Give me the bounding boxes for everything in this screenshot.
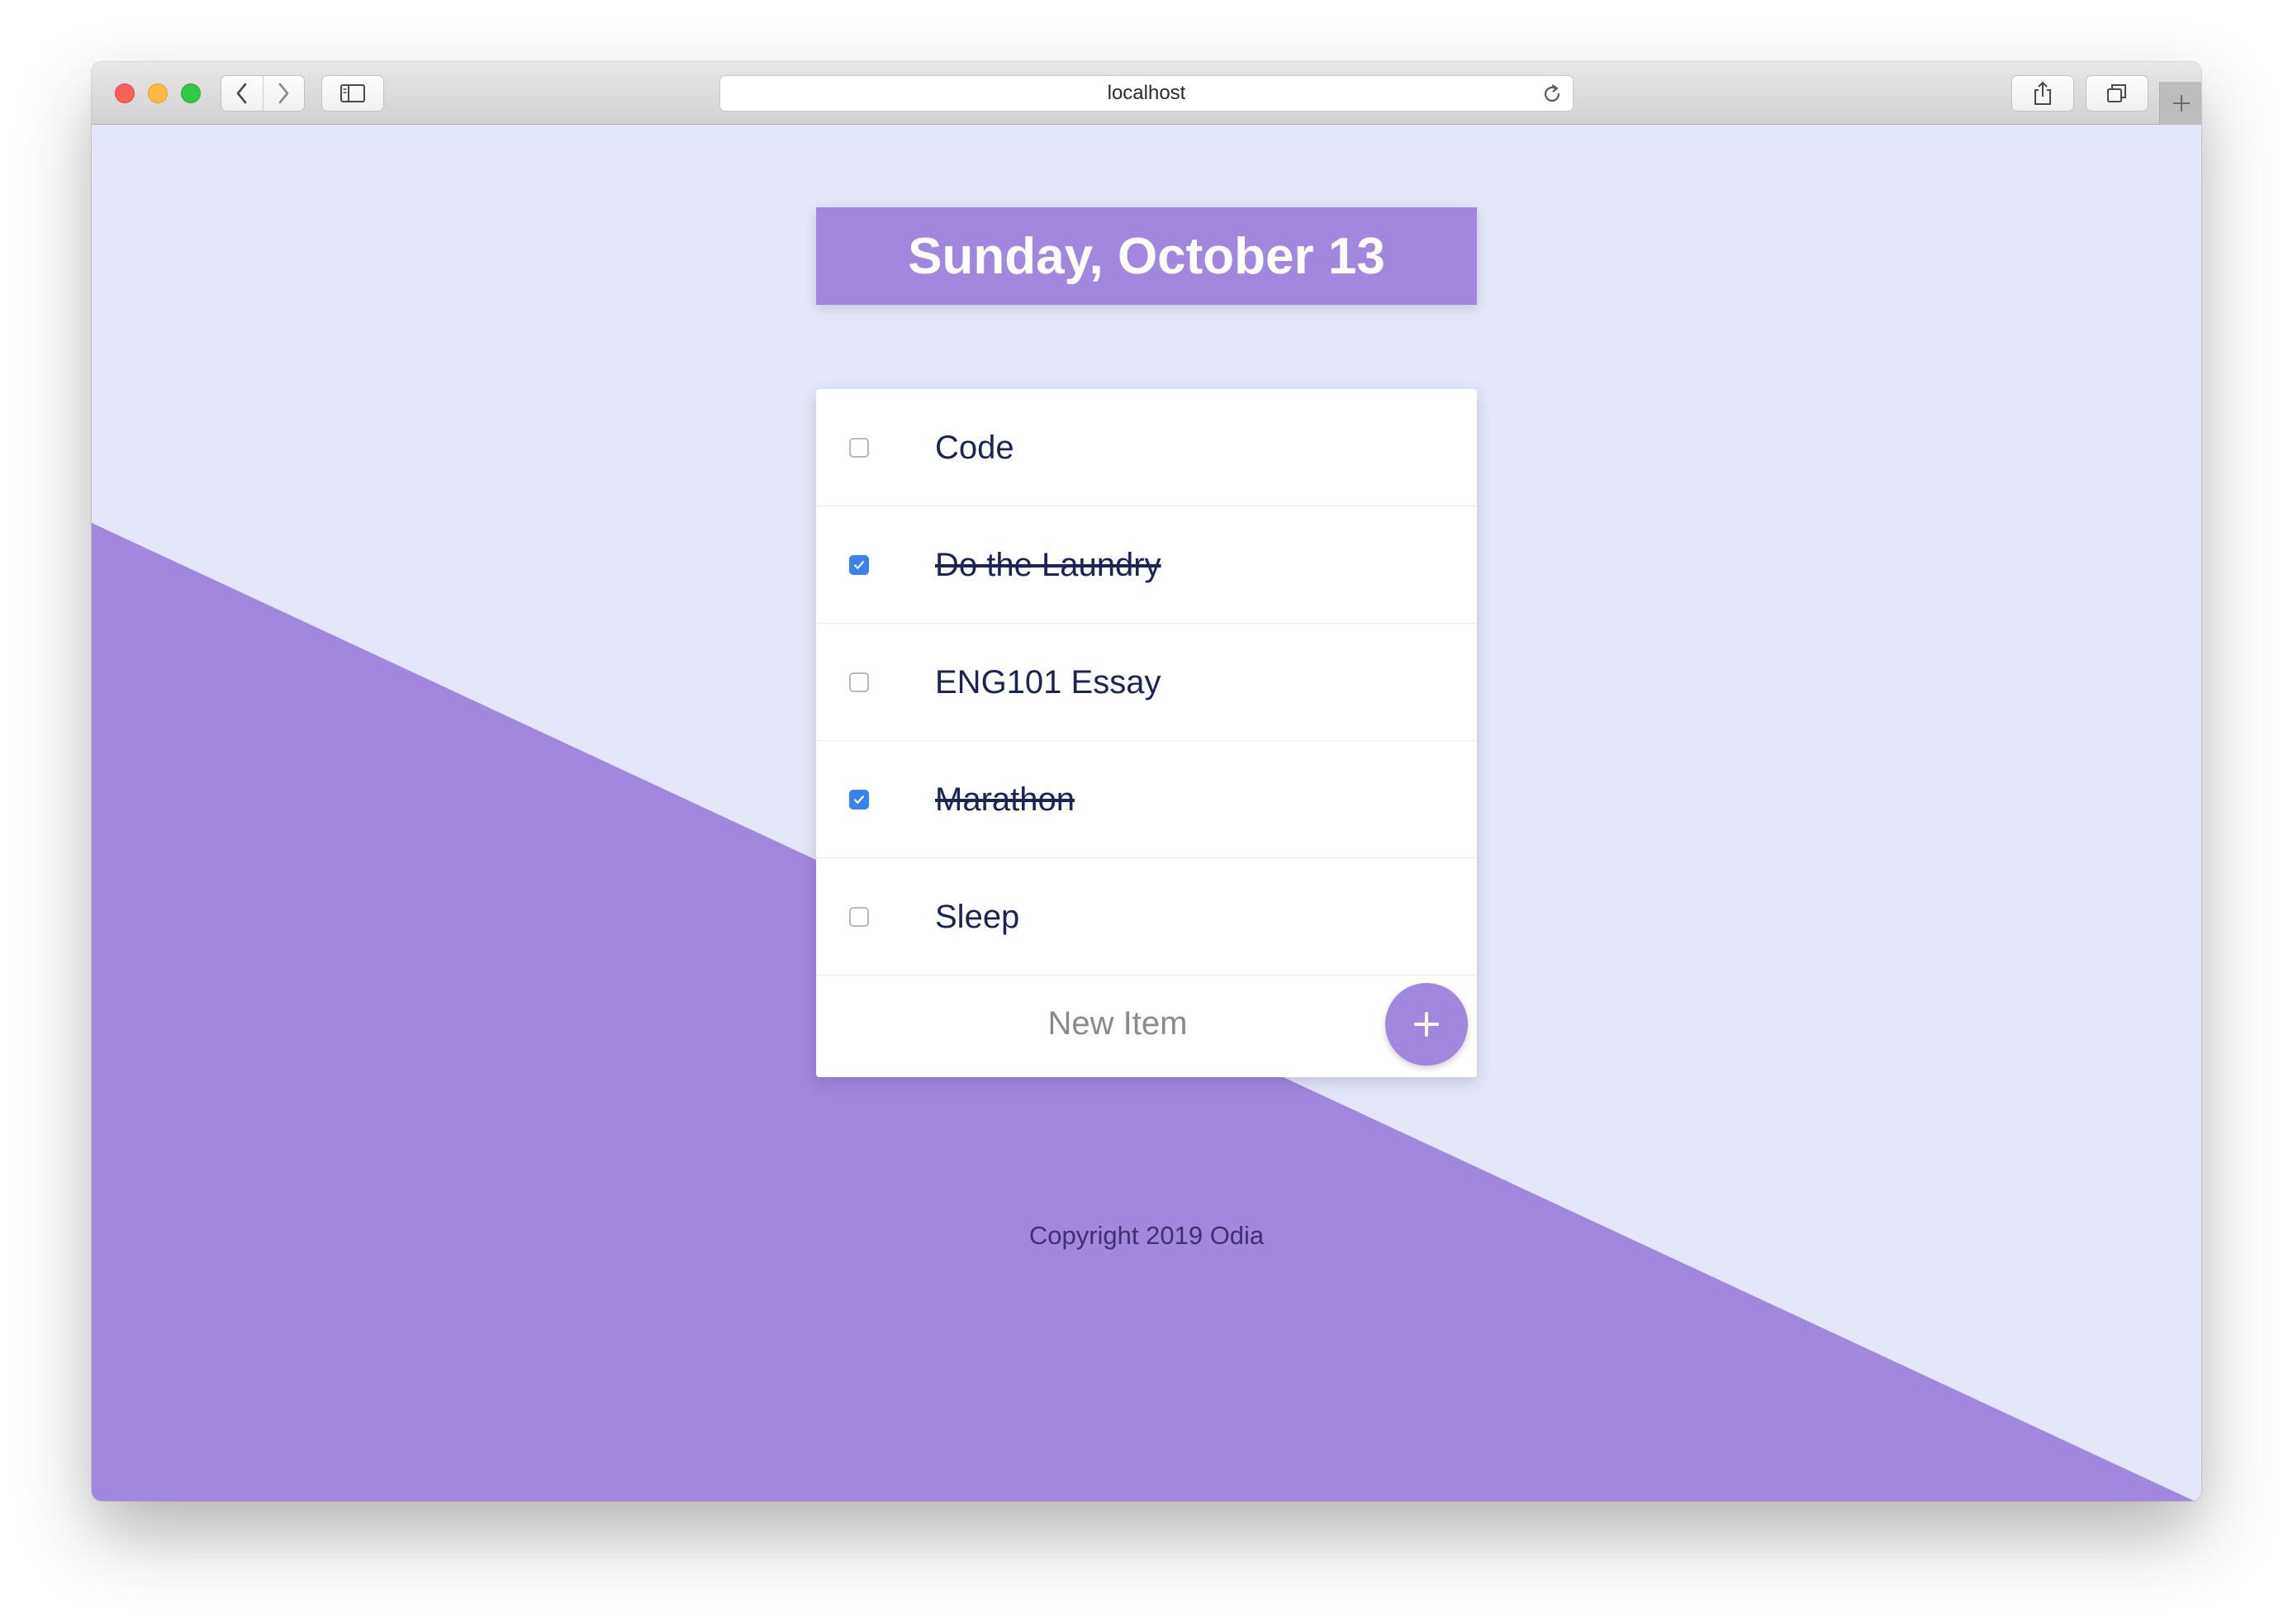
new-item-form: New Item — [816, 976, 1477, 1077]
new-tab-button[interactable] — [2159, 82, 2201, 125]
chevron-right-icon — [278, 83, 289, 104]
share-icon — [2034, 82, 2051, 105]
list-item: Do the Laundry — [816, 506, 1477, 624]
show-tabs-button[interactable] — [2086, 75, 2148, 112]
address-bar[interactable]: localhost — [719, 75, 1574, 112]
forward-button[interactable] — [262, 76, 305, 111]
url-text: localhost — [1107, 82, 1186, 104]
list-item: Sleep — [816, 858, 1477, 976]
item-label: Sleep — [935, 899, 1020, 935]
item-label: Do the Laundry — [935, 547, 1161, 583]
item-checkbox[interactable] — [849, 672, 869, 692]
new-item-input[interactable]: New Item — [816, 1005, 1419, 1042]
close-window-button[interactable] — [115, 83, 135, 103]
list-item: Code — [816, 389, 1477, 506]
minimize-window-button[interactable] — [148, 83, 168, 103]
navigation-buttons — [221, 75, 305, 112]
item-checkbox[interactable] — [849, 907, 869, 927]
copyright-footer: Copyright 2019 Odia — [1028, 1221, 1265, 1250]
browser-toolbar: localhost — [92, 62, 2201, 125]
item-checkbox[interactable] — [849, 555, 869, 575]
item-label: Code — [935, 430, 1014, 466]
zoom-window-button[interactable] — [181, 83, 201, 103]
sidebar-toggle-button[interactable] — [321, 75, 384, 112]
plus-icon — [1414, 1012, 1439, 1037]
page-viewport: Sunday, October 13 Code Do the Laundry E… — [92, 125, 2201, 1501]
share-button[interactable] — [2011, 75, 2074, 112]
sidebar-icon — [340, 84, 365, 102]
plus-icon — [2172, 95, 2190, 112]
todo-list-card: Code Do the Laundry ENG101 Essay Maratho… — [816, 389, 1477, 1077]
checkmark-icon — [853, 561, 865, 569]
add-item-button[interactable] — [1385, 983, 1468, 1066]
chevron-left-icon — [236, 83, 247, 104]
date-title: Sunday, October 13 — [816, 207, 1477, 305]
item-label: ENG101 Essay — [935, 664, 1161, 700]
list-item: ENG101 Essay — [816, 624, 1477, 741]
list-item: Marathon — [816, 741, 1477, 858]
back-button[interactable] — [221, 76, 263, 111]
item-label: Marathon — [935, 781, 1075, 818]
item-checkbox[interactable] — [849, 438, 869, 458]
tabs-icon — [2107, 84, 2126, 102]
browser-window: localhost Sunday, October 13 Code Do the… — [92, 62, 2201, 1501]
item-checkbox[interactable] — [849, 790, 869, 810]
checkmark-icon — [853, 795, 865, 804]
reload-icon[interactable] — [1541, 83, 1563, 105]
